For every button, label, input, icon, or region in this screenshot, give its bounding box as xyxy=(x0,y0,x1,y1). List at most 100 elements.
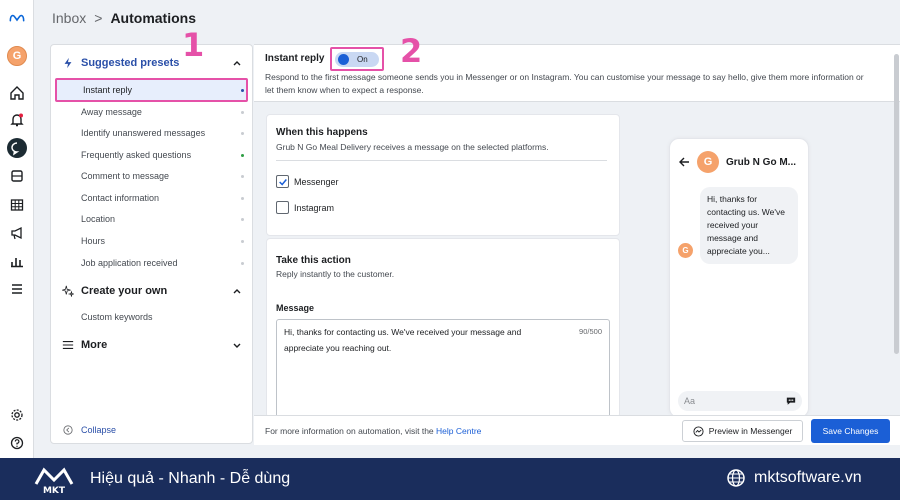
sidebar-item-comment-to-message[interactable]: Comment to message xyxy=(81,167,244,185)
footer-info-text: For more information on automation, visi… xyxy=(265,426,437,436)
sidebar-item-label: Frequently asked questions xyxy=(81,150,192,160)
planner-icon[interactable] xyxy=(7,195,27,215)
sidebar-item-location[interactable]: Location xyxy=(81,210,244,228)
sidebar-item-unanswered[interactable]: Identify unanswered messages xyxy=(81,124,244,142)
when-subtitle: Grub N Go Meal Delivery receives a messa… xyxy=(276,142,549,152)
notifications-icon[interactable] xyxy=(7,110,27,130)
message-label: Message xyxy=(276,303,315,313)
scrollbar-thumb[interactable] xyxy=(894,54,899,354)
home-icon[interactable] xyxy=(7,83,27,103)
preview-button-label: Preview in Messenger xyxy=(708,426,793,436)
preview-in-messenger-button[interactable]: Preview in Messenger xyxy=(682,420,803,442)
platform-messenger-checkbox[interactable]: Messenger xyxy=(276,175,339,188)
sidebar-item-label: Instant reply xyxy=(83,85,133,95)
logo-text: MKT xyxy=(43,486,66,496)
menu-icon[interactable] xyxy=(7,279,27,299)
checkbox-checked[interactable] xyxy=(276,175,289,188)
save-changes-button[interactable]: Save Changes xyxy=(811,419,890,443)
sidebar-item-label: Identify unanswered messages xyxy=(81,128,206,138)
instant-reply-panel: Instant reply On Respond to the first me… xyxy=(254,44,900,445)
suggested-presets-header[interactable]: Suggested presets xyxy=(61,52,242,74)
suggested-presets-label: Suggested presets xyxy=(81,57,180,69)
left-rail: G xyxy=(0,0,34,458)
instant-reply-toggle[interactable]: On xyxy=(335,51,379,67)
banner-website[interactable]: mktsoftware.vn xyxy=(726,468,862,488)
collapse-label: Collapse xyxy=(81,425,117,435)
main-scrollbar[interactable] xyxy=(893,44,900,364)
website-url: mktsoftware.vn xyxy=(754,469,862,486)
ads-megaphone-icon[interactable] xyxy=(7,223,27,243)
status-dot xyxy=(241,239,244,243)
preview-header: G Grub N Go M... xyxy=(678,151,796,173)
automations-sidebar: Suggested presets Instant reply Away mes… xyxy=(50,44,253,444)
sidebar-item-contact-information[interactable]: Contact information xyxy=(81,189,244,207)
sidebar-item-job-application[interactable]: Job application received xyxy=(81,254,244,272)
status-dot xyxy=(241,217,244,221)
message-textarea[interactable]: Hi, thanks for contacting us. We've rece… xyxy=(276,319,610,419)
more-label: More xyxy=(81,339,108,351)
footer-info: For more information on automation, visi… xyxy=(265,426,481,436)
checkbox-unchecked[interactable] xyxy=(276,201,289,214)
chevron-up-icon[interactable] xyxy=(232,286,242,296)
composer-placeholder: Aa xyxy=(684,396,696,406)
status-dot xyxy=(241,196,244,200)
action-subtitle: Reply instantly to the customer. xyxy=(276,269,395,279)
page-title: Automations xyxy=(110,10,196,26)
status-dot xyxy=(241,88,244,92)
instant-reply-title: Instant reply xyxy=(265,53,325,64)
sidebar-item-label: Hours xyxy=(81,236,106,246)
toggle-label: On xyxy=(357,54,368,64)
status-dot xyxy=(241,131,244,135)
help-centre-link[interactable]: Help Centre xyxy=(436,426,481,436)
editor-area: When this happens Grub N Go Meal Deliver… xyxy=(254,101,900,419)
footer-bar: For more information on automation, visi… xyxy=(254,415,900,445)
preview-composer: Aa xyxy=(678,391,802,411)
platform-label: Messenger xyxy=(294,176,339,187)
create-your-own-label: Create your own xyxy=(81,285,168,297)
avatar-letter: G xyxy=(7,46,27,66)
back-arrow-icon[interactable] xyxy=(678,156,690,168)
chevron-down-icon[interactable] xyxy=(232,340,242,350)
platform-instagram-checkbox[interactable]: Instagram xyxy=(276,201,334,214)
annotation-step-1: 1 xyxy=(182,26,205,64)
action-title: Take this action xyxy=(276,255,351,266)
messenger-icon xyxy=(693,425,704,437)
collapse-button[interactable]: Collapse xyxy=(63,425,116,435)
create-your-own-header[interactable]: Create your own xyxy=(61,280,242,302)
messenger-preview: G Grub N Go M... Hi, thanks for contacti… xyxy=(669,138,809,418)
content-icon[interactable] xyxy=(7,166,27,186)
inbox-icon[interactable] xyxy=(7,138,27,158)
annotation-step-2: 2 xyxy=(400,32,423,70)
bubble-avatar: G xyxy=(678,243,693,258)
settings-gear-icon[interactable] xyxy=(7,405,27,425)
sidebar-item-faq[interactable]: Frequently asked questions xyxy=(81,146,244,164)
sidebar-item-label: Job application received xyxy=(81,258,178,268)
breadcrumb-inbox[interactable]: Inbox xyxy=(52,10,86,26)
sparkle-icon xyxy=(61,284,75,298)
message-text: Hi, thanks for contacting us. We've rece… xyxy=(284,327,522,353)
banner-slogan: Hiệu quả - Nhanh - Dễ dùng xyxy=(90,470,291,487)
chat-bubble-icon xyxy=(786,397,796,405)
sidebar-item-away-message[interactable]: Away message xyxy=(81,103,244,121)
breadcrumb-separator: > xyxy=(94,10,103,26)
sidebar-item-label: Custom keywords xyxy=(81,312,153,322)
avatar[interactable]: G xyxy=(7,46,27,66)
insights-chart-icon[interactable] xyxy=(7,251,27,271)
more-header[interactable]: More xyxy=(61,334,242,356)
sidebar-item-instant-reply[interactable]: Instant reply xyxy=(55,78,248,102)
instant-reply-description: Respond to the first message someone sen… xyxy=(265,72,864,95)
meta-logo-icon[interactable] xyxy=(7,8,27,28)
sidebar-item-custom-keywords[interactable]: Custom keywords xyxy=(81,308,244,326)
when-title: When this happens xyxy=(276,127,368,138)
help-icon[interactable] xyxy=(7,433,27,453)
menu-lines-icon xyxy=(61,338,75,352)
sidebar-item-hours[interactable]: Hours xyxy=(81,232,244,250)
status-dot xyxy=(241,153,244,157)
toggle-knob xyxy=(338,53,349,65)
brand-banner: MKT Hiệu quả - Nhanh - Dễ dùng mktsoftwa… xyxy=(0,458,900,500)
status-dot xyxy=(241,174,244,178)
chevron-up-icon[interactable] xyxy=(232,58,242,68)
status-dot xyxy=(241,261,244,265)
sidebar-item-label: Location xyxy=(81,214,116,224)
sidebar-item-label: Comment to message xyxy=(81,171,170,181)
